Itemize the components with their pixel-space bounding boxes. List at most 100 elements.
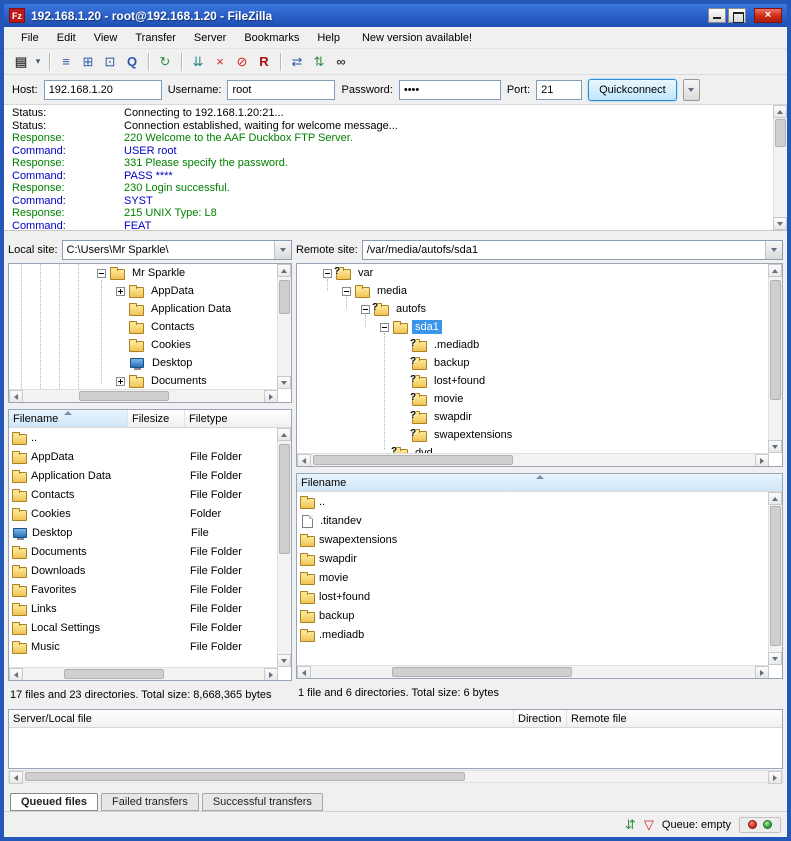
scroll-left-icon[interactable] xyxy=(9,390,23,403)
toggle-queue-button[interactable]: Q xyxy=(121,52,143,72)
file-row[interactable]: swapdir xyxy=(297,549,768,568)
collapse-icon[interactable] xyxy=(97,269,106,278)
local-site-combo[interactable]: C:\Users\Mr Sparkle\ xyxy=(62,240,292,260)
file-row[interactable]: .. xyxy=(9,428,277,447)
menu-bookmarks[interactable]: Bookmarks xyxy=(235,29,308,47)
scroll-up-icon[interactable] xyxy=(773,105,787,118)
reconnect-button[interactable]: R xyxy=(253,52,275,72)
column-header-filesize[interactable]: Filesize xyxy=(128,410,185,427)
scroll-thumb[interactable] xyxy=(79,391,169,401)
scroll-down-icon[interactable] xyxy=(277,654,291,667)
menu-server[interactable]: Server xyxy=(185,29,235,47)
scroll-up-icon[interactable] xyxy=(277,264,291,277)
expand-icon[interactable] xyxy=(116,287,125,296)
local-list-hscrollbar[interactable] xyxy=(9,667,278,680)
tree-item[interactable]: movie xyxy=(297,390,768,408)
scroll-right-icon[interactable] xyxy=(755,666,769,679)
scroll-right-icon[interactable] xyxy=(264,390,278,403)
collapse-icon[interactable] xyxy=(342,287,351,296)
compare-button[interactable]: ⇄ xyxy=(286,52,308,72)
queue-splitter[interactable] xyxy=(4,701,787,709)
find-files-button[interactable]: ∞ xyxy=(330,52,352,72)
refresh-button[interactable]: ↻ xyxy=(154,52,176,72)
tree-item[interactable]: swapdir xyxy=(297,408,768,426)
filter-icon[interactable]: ▽ xyxy=(644,817,654,833)
scroll-right-icon[interactable] xyxy=(755,454,769,467)
scroll-right-icon[interactable] xyxy=(768,771,782,784)
tab-successful-transfers[interactable]: Successful transfers xyxy=(202,793,323,811)
tree-item[interactable]: backup xyxy=(297,354,768,372)
toggle-local-tree-button[interactable]: ⊞ xyxy=(77,52,99,72)
scroll-thumb[interactable] xyxy=(279,444,290,554)
toggle-remote-tree-button[interactable]: ⊡ xyxy=(99,52,121,72)
tab-queued-files[interactable]: Queued files xyxy=(10,793,98,811)
scroll-down-icon[interactable] xyxy=(277,376,291,389)
file-row[interactable]: DocumentsFile Folder xyxy=(9,542,277,561)
scroll-left-icon[interactable] xyxy=(9,668,23,681)
file-row[interactable]: movie xyxy=(297,568,768,587)
titlebar[interactable]: Fz 192.168.1.20 - root@192.168.1.20 - Fi… xyxy=(4,4,787,27)
tree-item[interactable]: Application Data xyxy=(9,300,277,318)
scroll-thumb[interactable] xyxy=(313,455,513,465)
tree-item[interactable]: Contacts xyxy=(9,318,277,336)
scroll-down-icon[interactable] xyxy=(768,652,782,665)
scroll-up-icon[interactable] xyxy=(277,428,291,441)
speed-limits-icon[interactable]: ⇵ xyxy=(625,817,636,833)
menu-help[interactable]: Help xyxy=(308,29,349,47)
queue-hscrollbar[interactable] xyxy=(8,770,783,783)
tree-item[interactable]: lost+found xyxy=(297,372,768,390)
password-input[interactable] xyxy=(399,80,501,100)
file-row[interactable]: AppDataFile Folder xyxy=(9,447,277,466)
quickconnect-dropdown[interactable] xyxy=(683,79,700,101)
collapse-icon[interactable] xyxy=(361,305,370,314)
chevron-down-icon[interactable] xyxy=(274,241,291,259)
maximize-button[interactable] xyxy=(728,8,746,23)
log-scrollbar[interactable] xyxy=(773,105,787,230)
scroll-down-icon[interactable] xyxy=(768,440,782,453)
expand-icon[interactable] xyxy=(116,377,125,386)
remote-tree-vscrollbar[interactable] xyxy=(768,264,782,453)
file-row[interactable]: ContactsFile Folder xyxy=(9,485,277,504)
quickconnect-button[interactable]: Quickconnect xyxy=(588,79,677,101)
site-manager-dropdown[interactable]: ▾ xyxy=(32,52,44,72)
scroll-left-icon[interactable] xyxy=(297,666,311,679)
file-row[interactable]: MusicFile Folder xyxy=(9,637,277,656)
file-row[interactable]: .mediadb xyxy=(297,625,768,644)
menu-new-version[interactable]: New version available! xyxy=(353,29,481,47)
file-row[interactable]: lost+found xyxy=(297,587,768,606)
file-row[interactable]: Local SettingsFile Folder xyxy=(9,618,277,637)
scroll-up-icon[interactable] xyxy=(768,492,782,505)
toggle-log-button[interactable]: ≡ xyxy=(55,52,77,72)
cancel-button[interactable]: × xyxy=(209,52,231,72)
scroll-thumb[interactable] xyxy=(392,667,572,677)
file-row[interactable]: FavoritesFile Folder xyxy=(9,580,277,599)
column-header-remote-file[interactable]: Remote file xyxy=(567,710,782,727)
remote-site-combo[interactable]: /var/media/autofs/sda1 xyxy=(362,240,783,260)
site-manager-button[interactable]: ▤ xyxy=(10,52,32,72)
menu-file[interactable]: File xyxy=(12,29,48,47)
scroll-thumb[interactable] xyxy=(279,280,290,314)
minimize-button[interactable] xyxy=(708,8,726,23)
remote-tree-hscrollbar[interactable] xyxy=(297,453,769,466)
sync-browse-button[interactable]: ⇅ xyxy=(308,52,330,72)
local-tree-hscrollbar[interactable] xyxy=(9,389,278,402)
remote-list-vscrollbar[interactable] xyxy=(768,492,782,665)
file-row[interactable]: .. xyxy=(297,492,768,511)
collapse-icon[interactable] xyxy=(380,323,389,332)
tree-item[interactable]: swapextensions xyxy=(297,426,768,444)
close-button[interactable]: × xyxy=(754,8,782,23)
tree-item[interactable]: dvd xyxy=(297,444,768,453)
local-list-vscrollbar[interactable] xyxy=(277,428,291,667)
tree-item[interactable]: Documents xyxy=(9,372,277,389)
scroll-down-icon[interactable] xyxy=(773,217,787,230)
process-queue-button[interactable]: ⇊ xyxy=(187,52,209,72)
file-row[interactable]: .titandev xyxy=(297,511,768,530)
disconnect-button[interactable]: ⊘ xyxy=(231,52,253,72)
tree-item[interactable]: media xyxy=(297,282,768,300)
scroll-left-icon[interactable] xyxy=(9,771,23,784)
menu-transfer[interactable]: Transfer xyxy=(126,29,185,47)
file-row[interactable]: CookiesFolder xyxy=(9,504,277,523)
port-input[interactable] xyxy=(536,80,582,100)
tree-item[interactable]: AppData xyxy=(9,282,277,300)
scroll-thumb[interactable] xyxy=(770,506,781,646)
